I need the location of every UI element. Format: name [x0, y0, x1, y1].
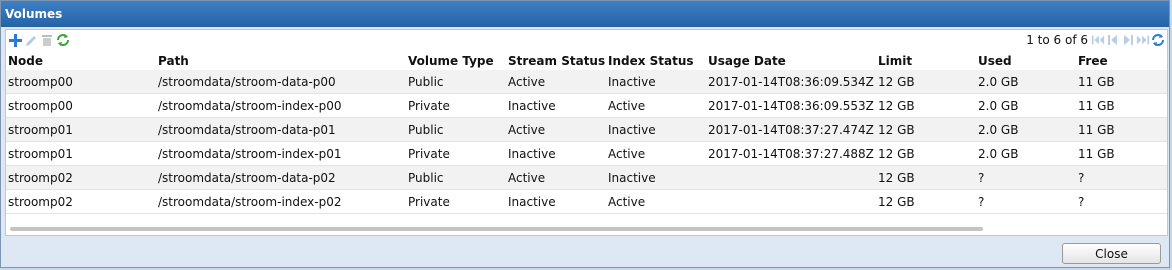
delete-icon[interactable] — [40, 33, 54, 47]
toolbar: 1 to 6 of 6 — [6, 30, 1167, 52]
cell-free: 11 GB — [1076, 141, 1167, 166]
cell-node: stroomp01 — [6, 117, 156, 142]
cell-limit: 12 GB — [876, 117, 976, 142]
cell-node: stroomp00 — [6, 93, 156, 118]
cell-path: /stroomdata/stroom-data-p01 — [156, 117, 406, 142]
cell-node: stroomp01 — [6, 141, 156, 166]
cell-index-status: Active — [606, 189, 706, 214]
last-page-icon[interactable] — [1136, 33, 1150, 47]
table-row[interactable]: stroomp01 /stroomdata/stroom-index-p01 P… — [6, 141, 1167, 166]
cell-stream-status: Active — [506, 117, 606, 142]
refresh-icon[interactable] — [56, 33, 70, 47]
cell-usage-date: 2017-01-14T08:37:27.488Z — [706, 141, 876, 166]
cell-volume-type: Public — [406, 165, 506, 190]
cell-stream-status: Inactive — [506, 141, 606, 166]
cell-index-status: Inactive — [606, 165, 706, 190]
table-header-row: Node Path Volume Type Stream Status Inde… — [6, 52, 1167, 70]
cell-stream-status: Inactive — [506, 189, 606, 214]
cell-stream-status: Active — [506, 165, 606, 190]
col-header-index-status[interactable]: Index Status — [606, 52, 706, 70]
col-header-free[interactable]: Free — [1076, 52, 1167, 70]
cell-index-status: Inactive — [606, 117, 706, 142]
col-header-volume-type[interactable]: Volume Type — [406, 52, 506, 70]
add-icon[interactable] — [8, 33, 22, 47]
dialog-title: Volumes — [1, 1, 1169, 27]
cell-used: 2.0 GB — [976, 70, 1076, 94]
cell-usage-date — [706, 189, 876, 214]
col-header-used[interactable]: Used — [976, 52, 1076, 70]
cell-volume-type: Private — [406, 93, 506, 118]
cell-usage-date: 2017-01-14T08:37:27.474Z — [706, 117, 876, 142]
cell-used: ? — [976, 165, 1076, 190]
cell-limit: 12 GB — [876, 70, 976, 94]
col-header-node[interactable]: Node — [6, 52, 156, 70]
close-button[interactable]: Close — [1062, 243, 1161, 264]
pager-text: 1 to 6 of 6 — [1026, 33, 1088, 47]
table-row[interactable]: stroomp01 /stroomdata/stroom-data-p01 Pu… — [6, 117, 1167, 142]
cell-path: /stroomdata/stroom-data-p02 — [156, 165, 406, 190]
cell-stream-status: Inactive — [506, 93, 606, 118]
col-header-path[interactable]: Path — [156, 52, 406, 70]
cell-node: stroomp00 — [6, 70, 156, 94]
cell-free: 11 GB — [1076, 70, 1167, 94]
table-row[interactable]: stroomp02 /stroomdata/stroom-data-p02 Pu… — [6, 165, 1167, 190]
cell-index-status: Active — [606, 93, 706, 118]
first-page-icon[interactable] — [1091, 33, 1105, 47]
cell-node: stroomp02 — [6, 189, 156, 214]
cell-usage-date: 2017-01-14T08:36:09.553Z — [706, 93, 876, 118]
cell-node: stroomp02 — [6, 165, 156, 190]
cell-limit: 12 GB — [876, 189, 976, 214]
next-page-icon[interactable] — [1121, 33, 1135, 47]
cell-path: /stroomdata/stroom-index-p01 — [156, 141, 406, 166]
cell-stream-status: Active — [506, 70, 606, 94]
col-header-stream-status[interactable]: Stream Status — [506, 52, 606, 70]
cell-index-status: Inactive — [606, 70, 706, 94]
table-row[interactable]: stroomp00 /stroomdata/stroom-data-p00 Pu… — [6, 70, 1167, 94]
prev-page-icon[interactable] — [1106, 33, 1120, 47]
col-header-usage-date[interactable]: Usage Date — [706, 52, 876, 70]
cell-free: ? — [1076, 189, 1167, 214]
pager: 1 to 6 of 6 — [1026, 33, 1165, 47]
cell-index-status: Active — [606, 141, 706, 166]
cell-volume-type: Private — [406, 141, 506, 166]
cell-used: ? — [976, 189, 1076, 214]
cell-usage-date — [706, 165, 876, 190]
cell-free: ? — [1076, 165, 1167, 190]
cell-used: 2.0 GB — [976, 141, 1076, 166]
table-row[interactable]: stroomp02 /stroomdata/stroom-index-p02 P… — [6, 189, 1167, 214]
refresh-icon[interactable] — [1151, 33, 1165, 47]
cell-path: /stroomdata/stroom-index-p00 — [156, 93, 406, 118]
cell-path: /stroomdata/stroom-index-p02 — [156, 189, 406, 214]
cell-limit: 12 GB — [876, 141, 976, 166]
toolbar-actions — [8, 33, 70, 47]
cell-free: 11 GB — [1076, 93, 1167, 118]
edit-icon[interactable] — [24, 33, 38, 47]
volumes-table: Node Path Volume Type Stream Status Inde… — [6, 52, 1167, 214]
volumes-panel: 1 to 6 of 6 Node Path Volume Type Stream… — [5, 29, 1168, 236]
cell-used: 2.0 GB — [976, 117, 1076, 142]
table-row[interactable]: stroomp00 /stroomdata/stroom-index-p00 P… — [6, 93, 1167, 118]
cell-volume-type: Public — [406, 70, 506, 94]
horizontal-scrollbar[interactable] — [10, 227, 983, 231]
col-header-limit[interactable]: Limit — [876, 52, 976, 70]
cell-volume-type: Public — [406, 117, 506, 142]
volumes-dialog: Volumes 1 to 6 of 6 Node Path Volume Typ… — [0, 0, 1170, 268]
cell-usage-date: 2017-01-14T08:36:09.534Z — [706, 70, 876, 94]
cell-free: 11 GB — [1076, 117, 1167, 142]
cell-limit: 12 GB — [876, 165, 976, 190]
cell-limit: 12 GB — [876, 93, 976, 118]
cell-used: 2.0 GB — [976, 93, 1076, 118]
cell-path: /stroomdata/stroom-data-p00 — [156, 70, 406, 94]
cell-volume-type: Private — [406, 189, 506, 214]
